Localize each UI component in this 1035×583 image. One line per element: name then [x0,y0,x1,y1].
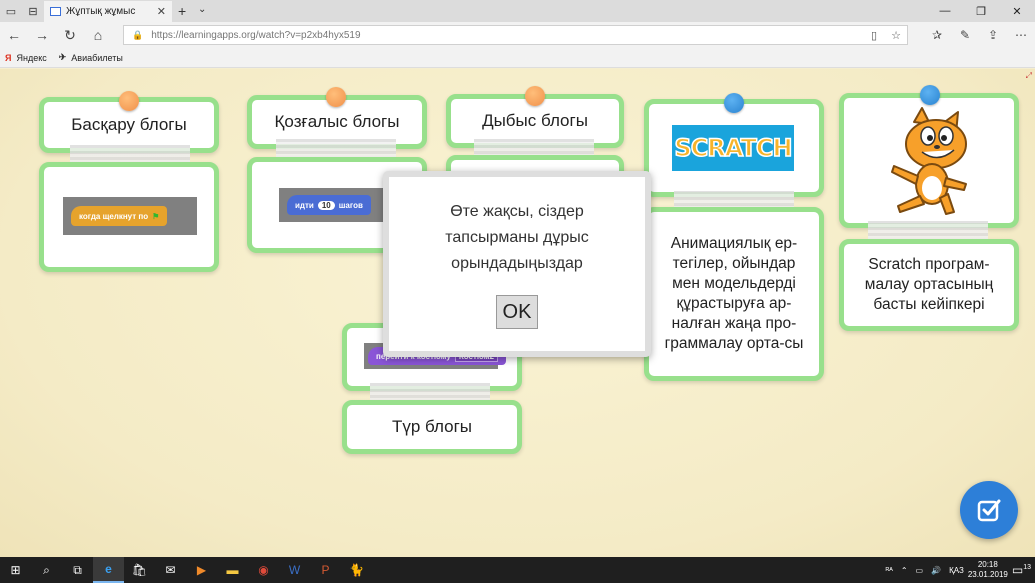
card-text: Түр блогы [391,417,473,436]
logo-text: SCRATCH [674,133,794,163]
block-text: идти [295,200,314,210]
toolbar-right: ✰ ✎ ⇪ ⋯ [923,22,1035,48]
ok-button[interactable]: OK [496,295,538,329]
more-icon[interactable]: ⋯ [1007,22,1035,48]
check-solution-button[interactable] [960,481,1018,539]
tape-strip [276,139,396,159]
search-icon[interactable]: ⌕ [31,557,62,583]
card-text: Анимациялық ер-тегілер, ойындар мен моде… [664,235,804,352]
lock-icon: 🔒 [132,29,144,40]
plane-icon: ✈ [58,52,67,62]
card-text: Қозғалыс блогы [274,112,400,131]
favorites-bar: Я Яндекс ✈ Авиабилеты [0,48,1035,68]
powerpoint-icon[interactable]: P [310,557,341,583]
clock-date: 23.01.2019 [967,570,1008,579]
chrome-icon[interactable]: ◉ [248,557,279,583]
new-tab-icon[interactable]: + [178,3,186,19]
card-text: Scratch програм-малау ортасының басты ке… [864,256,994,313]
task-view-icon[interactable]: ⧉ [62,557,93,583]
checkmark-icon [977,499,1001,522]
notes-pen-icon[interactable]: ✎ [951,22,979,48]
tab-preview-icon[interactable]: ⊟ [22,0,44,22]
network-icon[interactable]: ▭ [916,566,924,575]
green-flag-icon: ⚑ [152,211,160,221]
favorite-yandex[interactable]: Я Яндекс [5,53,47,63]
language-indicator[interactable]: ҚАЗ [949,566,964,575]
learningapps-page: ⤢ Басқару блогы когда щелкнут по ⚑ Қозға… [0,69,1035,557]
volume-icon[interactable]: 🔊 [931,566,941,575]
move-steps-block: идти 10 шагов [279,188,389,222]
card-description[interactable]: Анимациялық ер-тегілер, ойындар мен моде… [644,207,824,381]
fullscreen-icon[interactable]: ⤢ [1026,71,1032,81]
close-window-icon[interactable]: ✕ [999,0,1035,22]
chevron-down-icon[interactable]: ⌄ [198,4,206,15]
mail-icon[interactable]: ✉ [155,557,186,583]
tab-bar: ▭ ⊟ Жұптық жұмыс ✕ + ⌄ — ❐ ✕ [0,0,1035,22]
navigation-bar: ← → ↻ ⌂ 🔒 https://learningapps.org/watch… [0,22,1035,48]
url-text: https://learningapps.org/watch?v=p2xb4hy… [151,29,361,41]
clock[interactable]: 20:18 23.01.2019 [968,560,1008,580]
close-tab-icon[interactable]: ✕ [157,5,166,18]
store-icon[interactable]: 🛍 [124,557,155,583]
back-icon[interactable]: ← [0,22,28,48]
card-text: Дыбыс блогы [482,111,588,130]
yandex-icon: Я [5,52,12,63]
blue-pin-icon [920,85,940,105]
orange-pin-icon [326,87,346,107]
people-icon[interactable]: ᴿᴬ [886,566,893,575]
favorite-aviabilety[interactable]: ✈ Авиабилеты [59,52,123,63]
favorite-label: Яндекс [16,52,47,63]
forward-icon[interactable]: → [28,22,56,48]
tab-title: Жұптық жұмыс [66,6,136,17]
card-looks-label[interactable]: Түр блогы [342,400,522,454]
scratch-cat-icon [891,106,967,215]
tab-favicon-icon [50,7,61,16]
tab-actions-icon[interactable]: ▭ [0,0,22,22]
notification-center-icon[interactable]: ▭13 [1012,563,1031,577]
card-scratch-cat[interactable] [839,93,1019,228]
word-icon[interactable]: W [279,557,310,583]
restore-icon[interactable]: ❐ [963,0,999,22]
when-clicked-block: когда щелкнут по ⚑ [63,197,197,235]
window-controls: — ❐ ✕ [927,0,1035,22]
blue-pin-icon [724,93,744,113]
share-icon[interactable]: ⇪ [979,22,1007,48]
favorite-label: Авиабилеты [71,52,123,63]
orange-pin-icon [525,86,545,106]
notification-count: 13 [1023,564,1031,571]
dialog-message: Өте жақсы, сіздер тапсырманы дұрыс орынд… [445,203,589,272]
dialog-body: Өте жақсы, сіздер тапсырманы дұрыс орынд… [389,177,645,351]
block-text: шагов [338,200,363,210]
block-pill: идти 10 шагов [287,195,371,215]
tape-strip [868,221,988,241]
block-pill: когда щелкнут по ⚑ [71,206,168,226]
block-text: когда щелкнут по [79,211,149,221]
start-windows-icon[interactable]: ⊞ [0,557,31,583]
favorites-hub-icon[interactable]: ✰ [923,22,951,48]
favorite-star-icon[interactable]: ☆ [885,29,907,42]
reading-view-icon[interactable]: ▯ [863,29,885,42]
edge-browser-icon[interactable]: e [93,557,124,583]
card-text: Басқару блогы [71,115,187,134]
system-tray: ᴿᴬ ⌃ ▭ 🔊 ҚАЗ 20:18 23.01.2019 ▭13 [882,557,1035,583]
refresh-icon[interactable]: ↻ [56,22,84,48]
tray-chevron-up-icon[interactable]: ⌃ [901,566,908,575]
windows-taskbar: ⊞ ⌕ ⧉ e 🛍 ✉ ▶ ▬ ◉ W P 🐈 ᴿᴬ ⌃ ▭ 🔊 ҚАЗ 20:… [0,557,1035,583]
card-character[interactable]: Scratch програм-малау ортасының басты ке… [839,239,1019,331]
media-player-icon[interactable]: ▶ [186,557,217,583]
scratch-logo-icon: SCRATCH [672,125,794,171]
clock-time: 20:18 [977,560,998,569]
success-dialog: Өте жақсы, сіздер тапсырманы дұрыс орынд… [383,171,651,357]
orange-pin-icon [119,91,139,111]
file-explorer-icon[interactable]: ▬ [217,557,248,583]
browser-tab[interactable]: Жұптық жұмыс ✕ [44,1,172,22]
scratch-app-icon[interactable]: 🐈 [341,557,372,583]
home-icon[interactable]: ⌂ [84,22,112,48]
minimize-icon[interactable]: — [927,0,963,22]
address-bar[interactable]: 🔒 https://learningapps.org/watch?v=p2xb4… [123,25,908,45]
block-value: 10 [317,200,335,210]
